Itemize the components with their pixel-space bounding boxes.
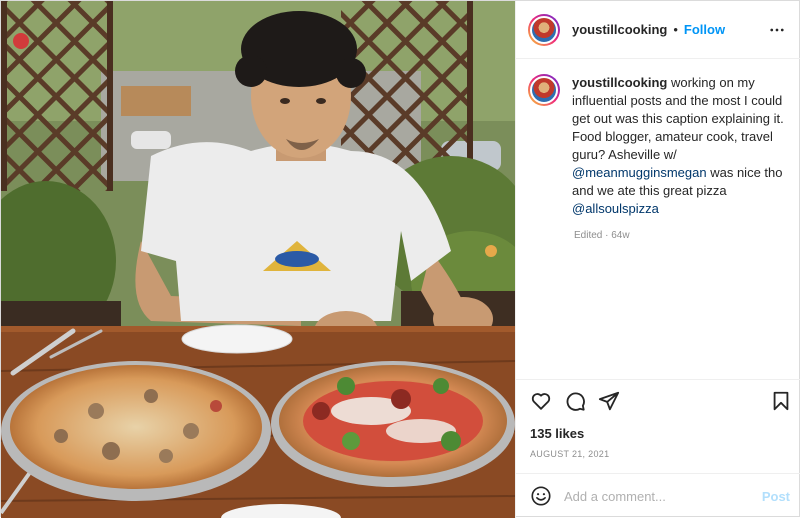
- bookmark-icon[interactable]: [770, 390, 792, 412]
- edited-timestamp: Edited · 64w: [574, 230, 630, 241]
- instagram-post: youstillcooking • Follow youstillcooking…: [0, 0, 800, 518]
- action-bar: [516, 379, 800, 425]
- post-header: youstillcooking • Follow: [516, 1, 800, 59]
- username-link[interactable]: youstillcooking: [572, 22, 667, 37]
- follow-button[interactable]: Follow: [684, 22, 725, 37]
- avatar[interactable]: [528, 13, 560, 46]
- post-date: AUGUST 21, 2021: [530, 449, 610, 459]
- mention-link-1[interactable]: @meanmugginsmegan: [572, 165, 707, 180]
- caption-username[interactable]: youstillcooking: [572, 75, 667, 90]
- post-photo[interactable]: [1, 1, 515, 518]
- pizza-photo-illustration: [1, 1, 515, 518]
- comments-area: youstillcooking working on my influentia…: [516, 60, 800, 378]
- caption-row: youstillcooking working on my influentia…: [528, 74, 786, 218]
- mention-link-2[interactable]: @allsoulspizza: [572, 201, 659, 216]
- heart-icon[interactable]: [530, 390, 552, 412]
- caption-text: youstillcooking working on my influentia…: [572, 74, 786, 218]
- post-side-panel: youstillcooking • Follow youstillcooking…: [515, 1, 800, 518]
- add-comment-bar: Post: [516, 473, 800, 518]
- likes-count[interactable]: 135 likes: [530, 426, 584, 441]
- caption-avatar[interactable]: [528, 74, 560, 106]
- more-icon[interactable]: [768, 21, 786, 39]
- share-icon[interactable]: [598, 390, 620, 412]
- separator-dot: •: [673, 22, 678, 37]
- comment-input[interactable]: [564, 486, 744, 506]
- comment-icon[interactable]: [564, 390, 586, 412]
- emoji-icon[interactable]: [530, 485, 552, 507]
- post-comment-button[interactable]: Post: [762, 489, 790, 504]
